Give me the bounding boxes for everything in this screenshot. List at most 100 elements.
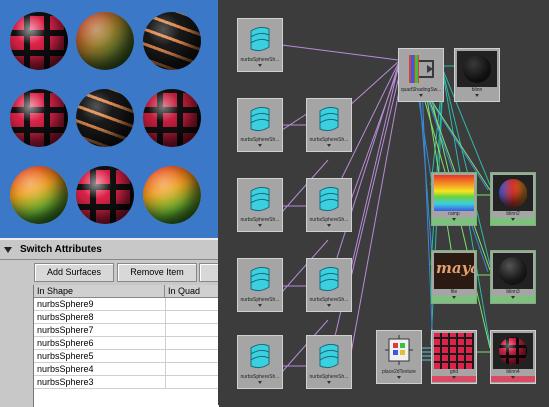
add-surfaces-button[interactable]: Add Surfaces: [34, 263, 114, 282]
node-shape[interactable]: nurbsSphereSh...: [237, 178, 283, 232]
node-file[interactable]: maya file: [431, 250, 477, 304]
node-port-bar[interactable]: [491, 218, 535, 224]
node-label: nurbsSphereSh...: [240, 137, 280, 143]
node-label: grid: [449, 369, 459, 375]
node-label: nurbsSphereSh...: [240, 217, 280, 223]
node-port-bar[interactable]: [377, 376, 421, 382]
extra-button[interactable]: [199, 263, 220, 282]
nurbs-surface-icon: [240, 181, 280, 217]
shader-swatch: [493, 333, 533, 369]
table-row[interactable]: nurbsSphere7: [34, 324, 219, 337]
nurbs-surface-icon: [240, 338, 280, 374]
node-port-bar[interactable]: [491, 296, 535, 302]
node-label: blinn: [471, 87, 483, 93]
shader-swatch: [457, 51, 497, 87]
node-port-bar[interactable]: [307, 224, 351, 230]
render-sphere: [76, 166, 134, 224]
node-shape[interactable]: nurbsSphereSh...: [237, 335, 283, 389]
node-label: nurbsSphereSh...: [309, 374, 349, 380]
render-sphere: [10, 12, 68, 70]
remove-item-button[interactable]: Remove Item: [117, 263, 197, 282]
node-label: place2dTexture: [382, 369, 416, 375]
nurbs-surface-icon: [240, 101, 280, 137]
node-port-bar[interactable]: [238, 381, 282, 387]
ramp-swatch: [434, 175, 474, 211]
node-quad-shading-switch[interactable]: quadShadingSw...: [398, 48, 444, 102]
render-preview-panel: [0, 0, 218, 238]
nurbs-surface-icon: [309, 181, 349, 217]
nurbs-surface-icon: [240, 261, 280, 297]
node-port-bar[interactable]: [307, 304, 351, 310]
nurbs-surface-icon: [309, 338, 349, 374]
node-blinn3[interactable]: blinn3: [490, 250, 536, 304]
nurbs-surface-icon: [309, 101, 349, 137]
node-ramp[interactable]: ramp: [431, 172, 477, 226]
switch-attributes-panel: Switch Attributes Add Surfaces Remove It…: [0, 238, 220, 407]
node-label: blinn3: [506, 289, 520, 295]
column-header-in-quad[interactable]: In Quad: [165, 285, 219, 298]
render-sphere: [10, 166, 68, 224]
table-row[interactable]: nurbsSphere9: [34, 298, 219, 311]
place2d-icon: [379, 333, 419, 369]
table-row[interactable]: nurbsSphere3: [34, 376, 219, 389]
row-shape: nurbsSphere7: [37, 325, 94, 335]
node-label: nurbsSphereSh...: [309, 137, 349, 143]
node-port-bar[interactable]: [238, 304, 282, 310]
nurbs-surface-icon: [240, 21, 280, 57]
row-shape: nurbsSphere3: [37, 377, 94, 387]
node-port-bar[interactable]: [432, 376, 476, 382]
node-port-bar[interactable]: [432, 296, 476, 302]
node-shape[interactable]: nurbsSphereSh...: [237, 258, 283, 312]
node-port-bar[interactable]: [432, 218, 476, 224]
node-port-bar[interactable]: [491, 376, 535, 382]
node-label: nurbsSphereSh...: [240, 374, 280, 380]
node-label: nurbsSphereSh...: [240, 297, 280, 303]
node-label: file: [450, 289, 458, 295]
node-label: nurbsSphereSh...: [309, 217, 349, 223]
node-port-bar[interactable]: [399, 94, 443, 100]
column-header-in-shape[interactable]: In Shape: [34, 285, 165, 298]
render-sphere: [143, 166, 201, 224]
node-blinn4[interactable]: blinn4: [490, 330, 536, 384]
node-blinn2[interactable]: blinn2: [490, 172, 536, 226]
shader-swatch: [493, 253, 533, 289]
node-port-bar[interactable]: [307, 381, 351, 387]
node-shape[interactable]: nurbsSphereSh...: [237, 18, 283, 72]
table-row[interactable]: nurbsSphere8: [34, 311, 219, 324]
render-sphere: [143, 89, 201, 147]
hypershade-graph[interactable]: nurbsSphereSh... nurbsSphereSh... nurbsS…: [218, 0, 549, 405]
node-label: blinn2: [506, 211, 520, 217]
node-label: ramp: [448, 211, 460, 217]
node-port-bar[interactable]: [238, 64, 282, 70]
node-blinn[interactable]: blinn: [454, 48, 500, 102]
table-row[interactable]: nurbsSphere4: [34, 363, 219, 376]
table-row[interactable]: nurbsSphere5: [34, 350, 219, 363]
shader-swatch: [493, 175, 533, 211]
node-label: nurbsSphereSh...: [309, 297, 349, 303]
node-label: nurbsSphereSh...: [240, 57, 280, 63]
node-shape[interactable]: nurbsSphereSh...: [306, 98, 352, 152]
node-place2d-texture[interactable]: place2dTexture: [376, 330, 422, 384]
node-shape[interactable]: nurbsSphereSh...: [306, 335, 352, 389]
render-sphere: [76, 89, 134, 147]
row-shape: nurbsSphere5: [37, 351, 94, 361]
node-shape[interactable]: nurbsSphereSh...: [306, 258, 352, 312]
nurbs-surface-icon: [309, 261, 349, 297]
node-port-bar[interactable]: [455, 94, 499, 100]
grid-swatch: [434, 333, 474, 369]
row-shape: nurbsSphere4: [37, 364, 94, 374]
panel-header[interactable]: Switch Attributes: [0, 243, 218, 260]
node-port-bar[interactable]: [307, 144, 351, 150]
node-shape[interactable]: nurbsSphereSh...: [237, 98, 283, 152]
node-label: quadShadingSw...: [400, 87, 442, 93]
render-sphere: [76, 12, 134, 70]
table-row[interactable]: nurbsSphere6: [34, 337, 219, 350]
node-port-bar[interactable]: [238, 144, 282, 150]
row-shape: nurbsSphere6: [37, 338, 94, 348]
node-grid[interactable]: grid: [431, 330, 477, 384]
node-port-bar[interactable]: [238, 224, 282, 230]
collapse-arrow-icon[interactable]: [4, 247, 12, 253]
file-texture-text: maya: [436, 259, 474, 277]
node-shape[interactable]: nurbsSphereSh...: [306, 178, 352, 232]
panel-title: Switch Attributes: [20, 244, 102, 255]
